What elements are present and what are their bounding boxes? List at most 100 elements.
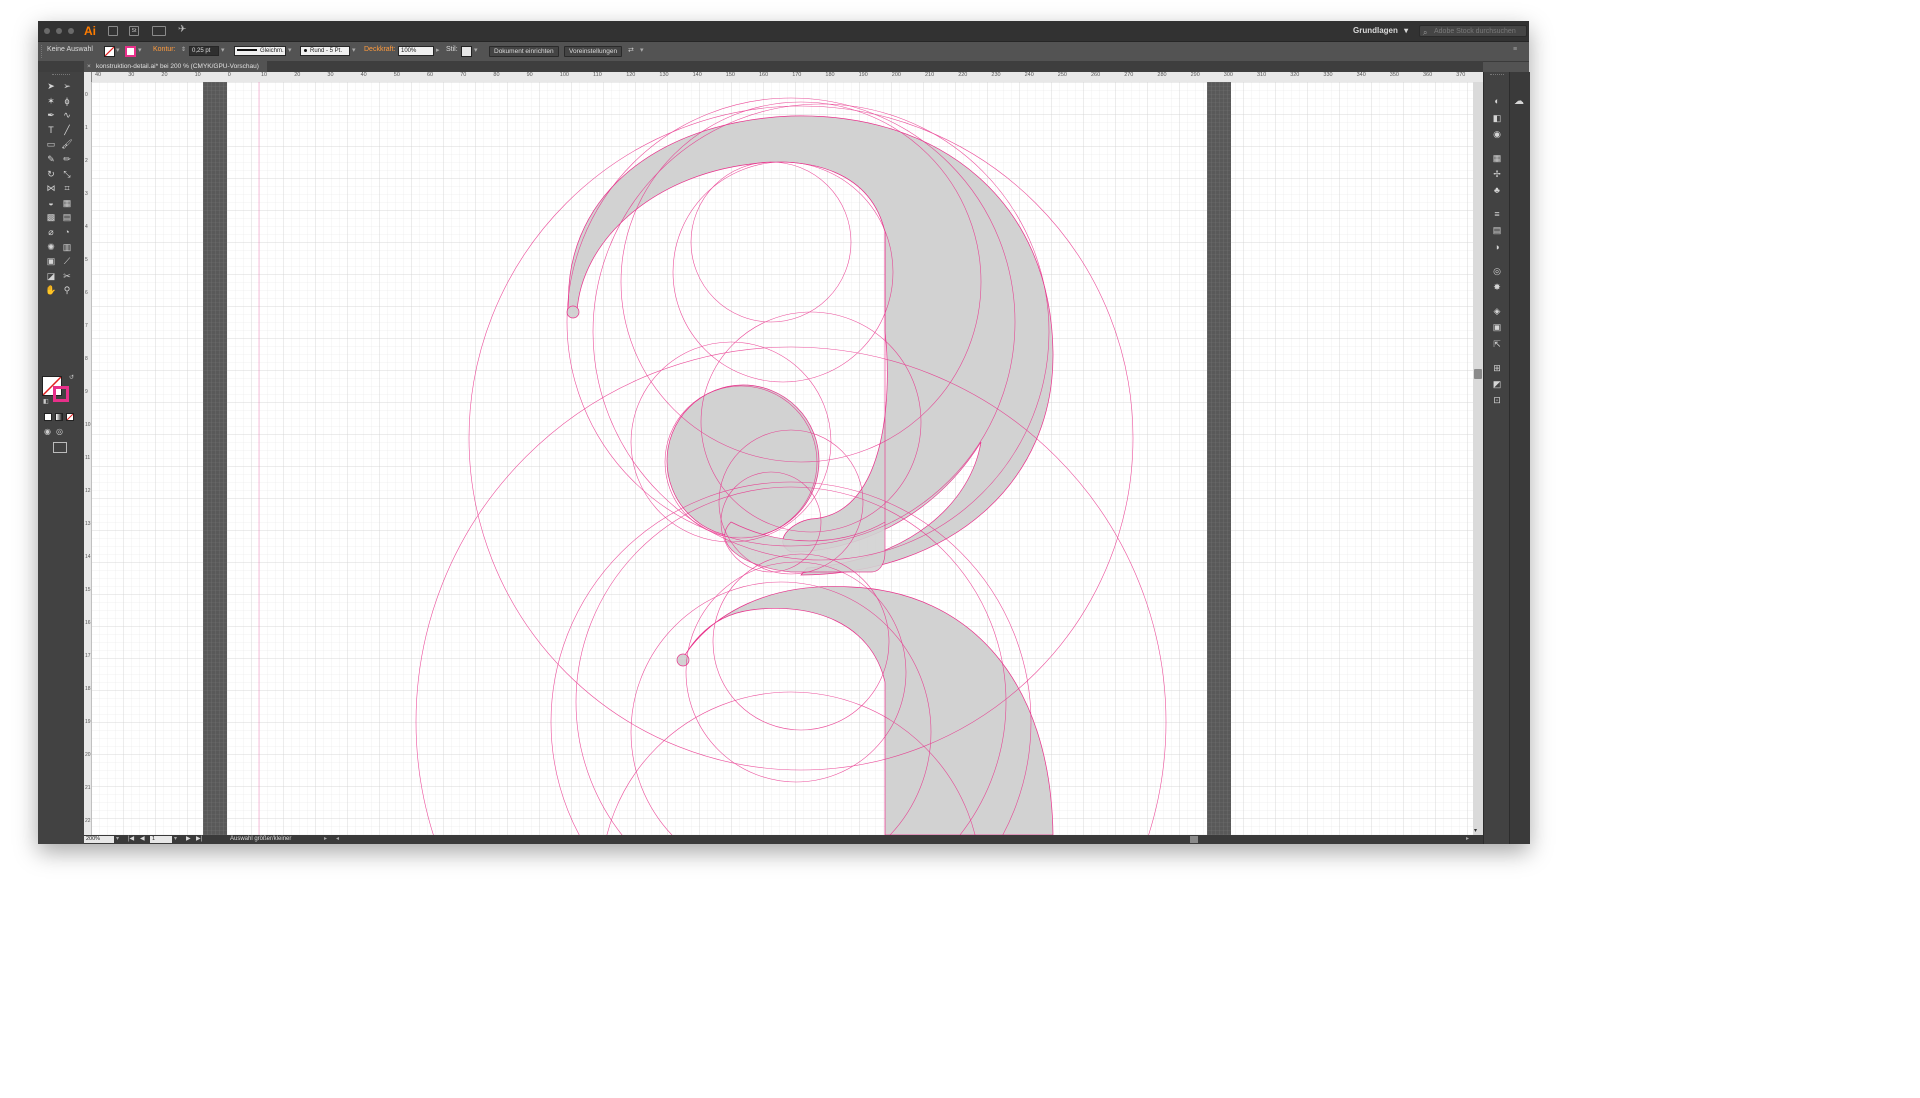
artboard-number-field[interactable]: 1 [150, 836, 172, 843]
arrange-caret[interactable]: ▾ [640, 46, 644, 54]
minimize-window-button[interactable] [56, 28, 62, 34]
rectangle-icon[interactable]: ▭ [44, 138, 58, 151]
gpu-rocket-icon[interactable]: ✈ [178, 24, 186, 35]
line-icon[interactable]: ╱ [60, 124, 74, 137]
eraser-icon[interactable]: ◪ [44, 270, 58, 283]
blend-icon[interactable]: ◔ [60, 226, 74, 239]
cc-libraries-icon[interactable]: ◉ [1491, 129, 1503, 139]
horizontal-scroll-thumb[interactable] [1190, 836, 1198, 843]
color-guide-icon[interactable]: ◧ [1491, 113, 1503, 123]
stroke-dropdown-icon[interactable]: ▾ [138, 46, 142, 54]
symbols-icon[interactable]: ♣ [1491, 185, 1503, 195]
stroke-weight-field[interactable]: 0,25 pt [189, 46, 219, 56]
artboard-last-button[interactable]: ▶| [196, 835, 202, 844]
selection-icon[interactable]: ➤ [44, 80, 58, 93]
align-icon[interactable]: ⊞ [1491, 363, 1503, 373]
zoom-field[interactable]: 200% [84, 836, 114, 843]
opacity-field[interactable]: 100% [398, 46, 434, 56]
pen-icon[interactable]: ✒ [44, 109, 58, 122]
free-transform-icon[interactable]: ⌗ [60, 182, 74, 195]
artboards-icon[interactable]: ▣ [1491, 322, 1503, 332]
control-bar-grip[interactable] [41, 45, 44, 58]
libraries-cloud-icon[interactable]: ☁ [1514, 96, 1524, 107]
curvature-icon[interactable]: ∿ [60, 109, 74, 122]
column-graph-icon[interactable]: ▥ [60, 241, 74, 254]
rotate-icon[interactable]: ↻ [44, 168, 58, 181]
stroke-stepper-icon[interactable]: ⇕ [181, 46, 186, 53]
pencil-icon[interactable]: ✏ [60, 153, 74, 166]
default-colors-icon[interactable]: ◧ [43, 398, 49, 405]
scroll-right-icon[interactable]: ▸ [1466, 835, 1469, 844]
stroke-icon[interactable]: ≡ [1491, 209, 1503, 219]
graphic-style-swatch[interactable] [461, 46, 472, 57]
width-icon[interactable]: ⋈ [44, 182, 58, 195]
color-mode-icon[interactable] [44, 413, 52, 421]
transparency-icon[interactable]: ◑ [1491, 242, 1503, 252]
fill-dropdown-icon[interactable]: ▾ [116, 46, 120, 54]
opacity-label[interactable]: Deckkraft: [364, 46, 396, 53]
vertical-scrollbar[interactable]: ▾ [1473, 82, 1483, 835]
scroll-down-icon[interactable]: ▾ [1474, 827, 1477, 834]
stock-button[interactable]: St [129, 26, 139, 36]
symbol-sprayer-icon[interactable]: ✺ [44, 241, 58, 254]
eyedropper-icon[interactable]: ⌀ [44, 226, 58, 239]
artwork-svg[interactable] [91, 82, 1473, 835]
profile-caret[interactable]: ▾ [288, 46, 292, 54]
gradient-icon[interactable]: ▤ [60, 211, 74, 224]
stroke-swatch[interactable] [125, 46, 136, 57]
lasso-icon[interactable]: ϕ [60, 95, 74, 108]
tab-close-icon[interactable]: × [87, 61, 91, 72]
arrange-documents-icon[interactable] [152, 26, 166, 36]
zoom-icon[interactable]: ⚲ [60, 284, 74, 297]
scissors-icon[interactable]: ✂ [60, 270, 74, 283]
status-menu-icon[interactable]: ▸ [324, 835, 327, 844]
brush-definition[interactable]: Rund - 5 Pt. [300, 46, 350, 56]
artboard-prev-button[interactable]: ◀ [140, 835, 145, 844]
mesh-icon[interactable]: ▩ [44, 211, 58, 224]
status-info[interactable]: Auswahl größer/kleiner [230, 835, 291, 844]
gradient-mode-icon[interactable] [55, 413, 63, 421]
stock-search-input[interactable]: ⌕ Adobe Stock durchsuchen [1419, 25, 1527, 37]
stroke-weight-label[interactable]: Kontur: [153, 46, 176, 53]
swatches-icon[interactable]: ▦ [1491, 153, 1503, 163]
artboard-caret[interactable]: ▾ [174, 835, 177, 844]
artboard-icon[interactable]: ▣ [44, 255, 58, 268]
swap-colors-icon[interactable]: ↺ [69, 374, 74, 381]
hand-icon[interactable]: ✋ [44, 284, 58, 297]
brushes-icon[interactable]: ✢ [1491, 169, 1503, 179]
type-icon[interactable]: T [44, 124, 58, 137]
shape-builder-icon[interactable]: ◒ [44, 197, 58, 210]
scroll-left-icon[interactable]: ◂ [336, 835, 339, 844]
perspective-icon[interactable]: ▦ [60, 197, 74, 210]
zoom-caret[interactable]: ▾ [116, 835, 119, 844]
export-icon[interactable]: ⇱ [1491, 339, 1503, 349]
dock-grip[interactable] [1490, 74, 1504, 77]
slice-icon[interactable]: ⟋ [60, 255, 74, 268]
document-setup-button[interactable]: Dokument einrichten [489, 46, 559, 57]
drawing-mode-icon[interactable]: ◉ [44, 427, 51, 436]
document-tab[interactable]: × konstruktion-detail.ai* bei 200 % (CMY… [84, 61, 267, 72]
paintbrush-icon[interactable]: 🖌 [60, 138, 74, 151]
artboard-canvas[interactable] [91, 82, 1473, 835]
pathfinder-icon[interactable]: ◩ [1491, 379, 1503, 389]
draw-behind-icon[interactable]: ◎ [56, 427, 63, 436]
appearance-icon[interactable]: ◎ [1491, 266, 1503, 276]
screen-mode-icon[interactable] [53, 442, 67, 453]
artboard-first-button[interactable]: |◀ [128, 835, 134, 844]
opacity-caret[interactable]: ▸ [436, 46, 440, 54]
none-mode-icon[interactable] [66, 413, 74, 421]
stroke-weight-caret[interactable]: ▾ [221, 46, 225, 54]
layers-icon[interactable]: ◈ [1491, 306, 1503, 316]
scale-icon[interactable]: ⤡ [60, 168, 74, 181]
transform-icon[interactable]: ⊡ [1491, 395, 1503, 405]
brush-caret[interactable]: ▾ [352, 46, 356, 54]
vertical-scroll-thumb[interactable] [1474, 369, 1482, 379]
control-bar-menu-icon[interactable]: ≡ [1513, 46, 1517, 53]
tools-grip[interactable] [52, 74, 70, 77]
color-icon[interactable]: ◐ [1491, 96, 1503, 106]
shaper-icon[interactable]: ✎ [44, 153, 58, 166]
magic-wand-icon[interactable]: ✶ [44, 95, 58, 108]
stroke-color-icon[interactable] [53, 386, 69, 402]
zoom-window-button[interactable] [68, 28, 74, 34]
preferences-button[interactable]: Voreinstellungen [564, 46, 623, 57]
